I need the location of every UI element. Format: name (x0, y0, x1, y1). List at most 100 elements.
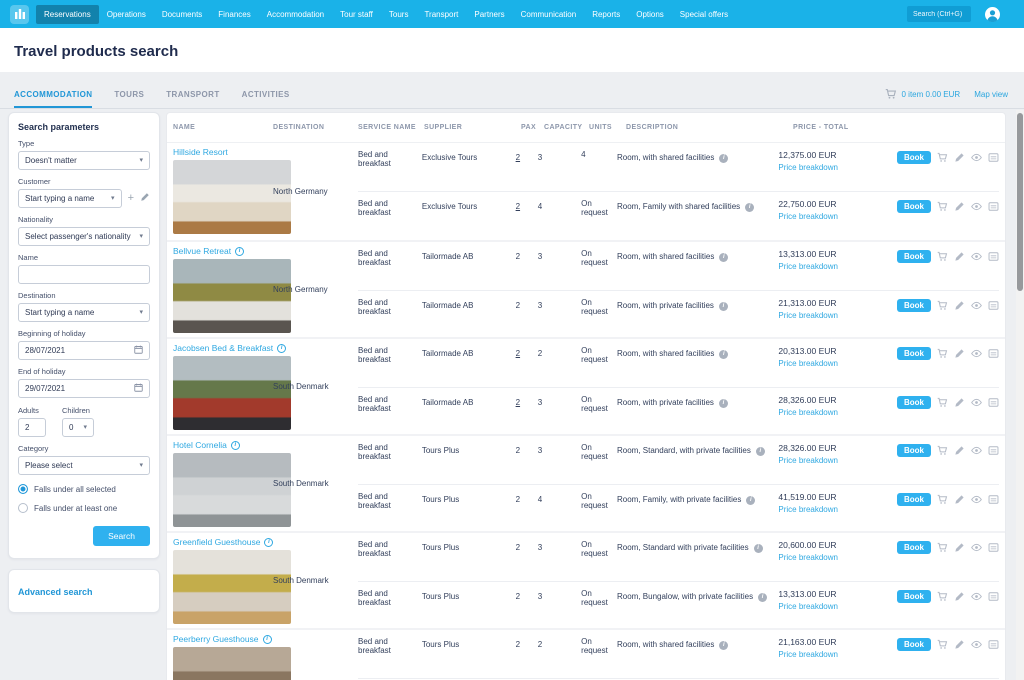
edit-icon[interactable] (954, 152, 965, 163)
photo-icon[interactable] (988, 397, 999, 408)
cart-icon[interactable] (937, 639, 948, 650)
nav-item-tour-staff[interactable]: Tour staff (332, 5, 381, 24)
property-name[interactable]: Peerberry Guesthouse (173, 634, 259, 644)
property-name-link[interactable]: Jacobsen Bed & Breakfast i (173, 343, 287, 353)
cart-icon[interactable] (937, 445, 948, 456)
photo-icon[interactable] (988, 591, 999, 602)
book-button[interactable]: Book (897, 299, 931, 312)
price-breakdown-link[interactable]: Price breakdown (778, 650, 897, 659)
advanced-search-panel[interactable]: Advanced search (8, 569, 160, 613)
cart-icon[interactable] (937, 591, 948, 602)
scrollbar-thumb[interactable] (1017, 113, 1023, 291)
property-name[interactable]: Greenfield Guesthouse (173, 537, 260, 547)
nav-item-reports[interactable]: Reports (584, 5, 628, 24)
eye-icon[interactable] (971, 348, 982, 359)
cart-icon[interactable] (937, 494, 948, 505)
radio-selected-icon[interactable] (18, 484, 28, 494)
cart-icon[interactable] (937, 300, 948, 311)
search-button[interactable]: Search (93, 526, 150, 546)
description-info-icon[interactable]: i (745, 203, 755, 212)
description-info-icon[interactable]: i (753, 544, 763, 553)
price-breakdown-link[interactable]: Price breakdown (778, 456, 897, 465)
cart-icon[interactable] (937, 152, 948, 163)
description-info-icon[interactable]: i (718, 302, 728, 311)
price-breakdown-link[interactable]: Price breakdown (778, 505, 897, 514)
description-info-icon[interactable]: i (746, 496, 756, 505)
type-select[interactable]: Doesn't matter ▾ (18, 151, 150, 170)
eye-icon[interactable] (971, 639, 982, 650)
description-info-icon[interactable]: i (719, 154, 729, 163)
nav-item-tours[interactable]: Tours (381, 5, 417, 24)
radio-falls-under-all[interactable]: Falls under all selected (18, 484, 150, 494)
name-input[interactable] (18, 265, 150, 284)
book-button[interactable]: Book (897, 347, 931, 360)
edit-icon[interactable] (954, 639, 965, 650)
radio-falls-under-one[interactable]: Falls under at least one (18, 503, 150, 513)
cart-icon[interactable] (885, 88, 897, 100)
cart-summary[interactable]: 0 item 0.00 EUR (902, 90, 961, 99)
photo-icon[interactable] (988, 300, 999, 311)
nationality-select[interactable]: Select passenger's nationality ▾ (18, 227, 150, 246)
property-name-link[interactable]: Peerberry Guesthouse i (173, 634, 272, 644)
book-button[interactable]: Book (897, 151, 931, 164)
description-info-icon[interactable]: i (755, 447, 765, 456)
nav-item-transport[interactable]: Transport (416, 5, 466, 24)
cart-icon[interactable] (937, 201, 948, 212)
nav-item-operations[interactable]: Operations (99, 5, 154, 24)
photo-icon[interactable] (988, 152, 999, 163)
book-button[interactable]: Book (897, 590, 931, 603)
pax-value[interactable]: 2 (516, 349, 520, 358)
nav-item-finances[interactable]: Finances (210, 5, 258, 24)
photo-icon[interactable] (988, 348, 999, 359)
cart-icon[interactable] (937, 397, 948, 408)
book-button[interactable]: Book (897, 638, 931, 651)
eye-icon[interactable] (971, 152, 982, 163)
children-select[interactable]: 0 ▾ (62, 418, 94, 437)
property-name-link[interactable]: Greenfield Guesthouse i (173, 537, 274, 547)
radio-unselected-icon[interactable] (18, 503, 28, 513)
eye-icon[interactable] (971, 300, 982, 311)
edit-icon[interactable] (954, 591, 965, 602)
price-breakdown-link[interactable]: Price breakdown (778, 212, 897, 221)
nav-item-partners[interactable]: Partners (466, 5, 512, 24)
nav-item-special-offers[interactable]: Special offers (672, 5, 736, 24)
edit-icon[interactable] (954, 445, 965, 456)
cart-icon[interactable] (937, 542, 948, 553)
property-info-icon[interactable]: i (230, 440, 240, 450)
eye-icon[interactable] (971, 542, 982, 553)
edit-icon[interactable] (954, 494, 965, 505)
book-button[interactable]: Book (897, 493, 931, 506)
category-select[interactable]: Please select ▾ (18, 456, 150, 475)
photo-icon[interactable] (988, 639, 999, 650)
price-breakdown-link[interactable]: Price breakdown (778, 602, 897, 611)
property-name-link[interactable]: Bellvue Retreat i (173, 246, 245, 256)
nav-item-communication[interactable]: Communication (513, 5, 585, 24)
nav-item-accommodation[interactable]: Accommodation (259, 5, 332, 24)
photo-icon[interactable] (988, 494, 999, 505)
description-info-icon[interactable]: i (758, 593, 768, 602)
map-view-link[interactable]: Map view (974, 90, 1008, 99)
edit-icon[interactable] (954, 300, 965, 311)
price-breakdown-link[interactable]: Price breakdown (778, 262, 897, 271)
edit-icon[interactable] (954, 201, 965, 212)
advanced-search-link[interactable]: Advanced search (18, 587, 93, 597)
end-holiday-input[interactable]: 29/07/2021 (18, 379, 150, 398)
edit-customer-icon[interactable] (140, 192, 150, 205)
destination-select[interactable]: Start typing a name ▾ (18, 303, 150, 322)
photo-icon[interactable] (988, 445, 999, 456)
tab-activities[interactable]: ACTIVITIES (242, 90, 290, 108)
photo-icon[interactable] (988, 201, 999, 212)
property-name[interactable]: Hotel Cornelia (173, 440, 227, 450)
calendar-icon[interactable] (134, 345, 143, 356)
book-button[interactable]: Book (897, 250, 931, 263)
property-name-link[interactable]: Hotel Cornelia i (173, 440, 240, 450)
calendar-icon[interactable] (134, 383, 143, 394)
description-info-icon[interactable]: i (719, 253, 729, 262)
pax-value[interactable]: 2 (516, 153, 520, 162)
nav-item-reservations[interactable]: Reservations (36, 4, 99, 24)
eye-icon[interactable] (971, 251, 982, 262)
price-breakdown-link[interactable]: Price breakdown (778, 163, 897, 172)
property-name[interactable]: Bellvue Retreat (173, 246, 231, 256)
cart-icon[interactable] (937, 348, 948, 359)
app-logo-icon[interactable] (10, 4, 29, 24)
